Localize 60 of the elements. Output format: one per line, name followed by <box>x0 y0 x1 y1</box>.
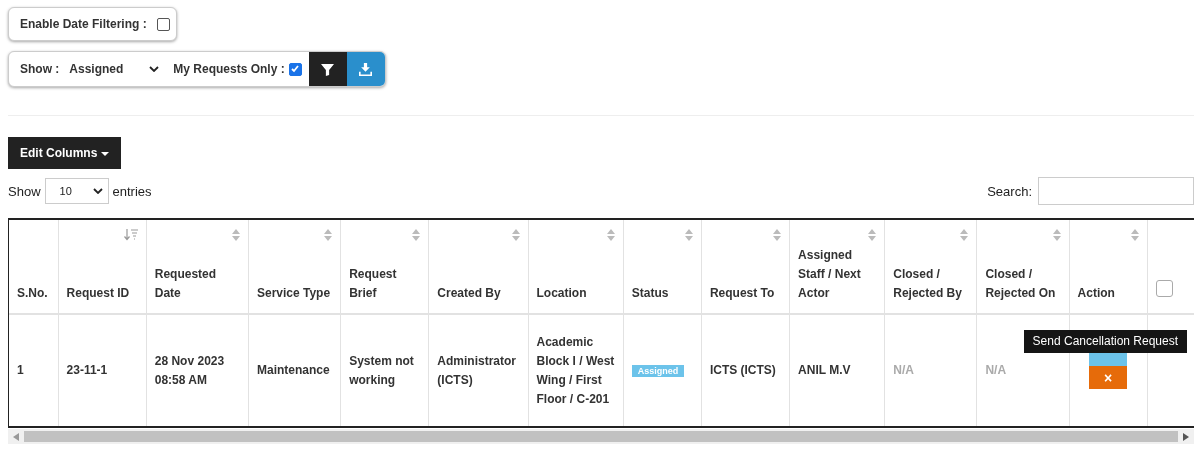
column-header[interactable]: Location <box>536 284 587 303</box>
column-header[interactable]: Request ID <box>66 284 130 303</box>
column-header[interactable]: S.No. <box>17 284 48 303</box>
chevron-down-icon[interactable] <box>92 188 103 194</box>
date-filter-label: Enable Date Filtering : <box>20 17 147 31</box>
sort-icon[interactable] <box>511 229 520 241</box>
sort-icon[interactable] <box>606 229 615 241</box>
my-requests-label: My Requests Only : <box>173 62 285 76</box>
edit-columns-button[interactable]: Edit Columns <box>8 137 121 169</box>
sort-icon[interactable] <box>960 229 969 241</box>
table-cell: System not working <box>349 353 414 387</box>
table-cell: ICTS (ICTS) <box>709 363 776 377</box>
chevron-down-icon[interactable] <box>149 66 160 72</box>
column-header[interactable]: Closed / Rejected By <box>893 265 969 303</box>
sort-icon[interactable] <box>324 229 333 241</box>
download-icon <box>359 62 373 76</box>
scroll-right-icon[interactable] <box>1183 432 1189 441</box>
column-header[interactable]: Request Brief <box>349 265 421 303</box>
search-label: Search: <box>987 183 1032 199</box>
sort-icon[interactable] <box>1130 229 1139 241</box>
table-cell: Maintenance <box>256 363 330 377</box>
search-field[interactable] <box>1038 177 1194 205</box>
table-cell: Administrator (ICTS) <box>437 353 516 387</box>
sort-descending-icon[interactable] <box>123 229 138 241</box>
sort-icon[interactable] <box>412 229 421 241</box>
my-requests-checkbox[interactable] <box>288 62 302 76</box>
table-cell: Academic Block I / West Wing / First Floor / C-201 <box>536 334 615 406</box>
sort-icon[interactable] <box>1052 229 1061 241</box>
table-cell: ANIL M.V <box>798 363 851 377</box>
entries-dropdown[interactable]: 10 <box>44 178 109 204</box>
show-label: Show : <box>20 62 60 76</box>
date-filter-checkbox[interactable] <box>156 17 170 31</box>
filter-icon <box>321 62 335 76</box>
horizontal-scrollbar[interactable] <box>8 429 1194 444</box>
scroll-left-icon[interactable] <box>13 432 19 441</box>
tooltip: Send Cancellation Request <box>1023 330 1188 353</box>
column-header[interactable]: Created By <box>437 284 501 303</box>
column-header[interactable]: Closed / Rejected On <box>985 265 1061 303</box>
entries-label: entries <box>112 183 152 199</box>
column-header[interactable]: Status <box>631 284 669 303</box>
sort-icon[interactable] <box>231 229 240 241</box>
show-dropdown[interactable]: Assigned <box>69 62 160 76</box>
table-cell: N/A <box>893 363 914 377</box>
sort-icon[interactable] <box>684 229 693 241</box>
column-header[interactable]: Action <box>1077 284 1115 303</box>
show-label: Show <box>8 183 41 199</box>
table-cell: 28 Nov 2023 08:58 AM <box>154 353 225 387</box>
download-button[interactable] <box>346 52 385 86</box>
status-badge: Assigned <box>631 364 685 377</box>
sort-icon[interactable] <box>773 229 782 241</box>
table-cell: 23-11-1 <box>66 363 108 377</box>
filter-button[interactable] <box>308 52 347 86</box>
table-cell: N/A <box>985 363 1007 377</box>
select-all-checkbox[interactable] <box>1155 280 1173 297</box>
column-header[interactable]: Requested Date <box>154 265 240 303</box>
sort-icon[interactable] <box>868 229 877 241</box>
table-cell: 1 <box>17 363 24 377</box>
column-header[interactable]: Assigned Staff / Next Actor <box>798 246 877 303</box>
column-header[interactable]: Service Type <box>256 284 331 303</box>
column-header[interactable]: Request To <box>709 284 775 303</box>
